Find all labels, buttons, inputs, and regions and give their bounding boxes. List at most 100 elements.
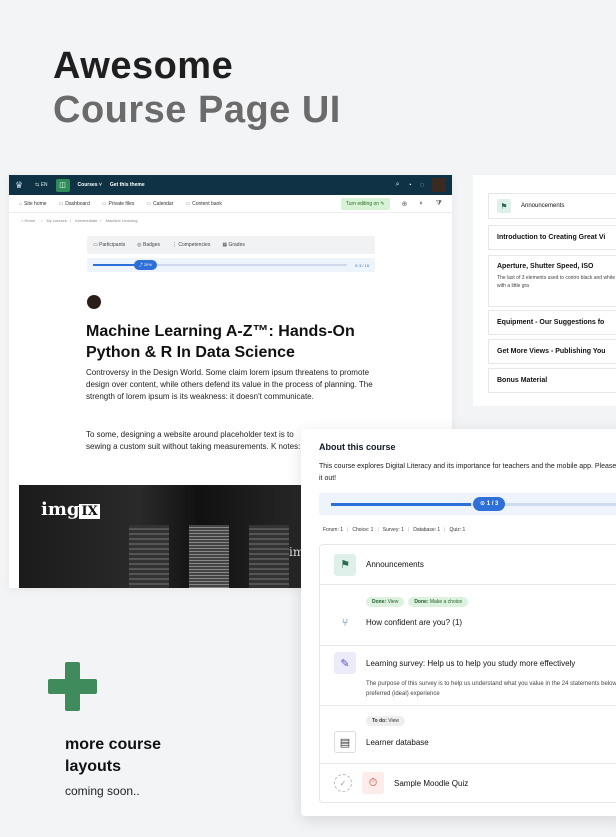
list-item[interactable]: ⚑ Announcements (488, 193, 616, 219)
list-item-label: Get More Views - Publishing You (497, 348, 606, 355)
globe-icon[interactable]: ⊕ (402, 200, 408, 208)
list-item-desc: The last of 3 elements used to contro bl… (497, 275, 616, 289)
page-title: Machine Learning A-Z™: Hands-On Python &… (86, 323, 355, 361)
language-menu[interactable]: ⇆ EN (35, 182, 48, 188)
breadcrumb: ⌂ Home / My courses / Intermediate / Machin… (21, 218, 138, 223)
more-layouts-subtitle: coming soon.. (65, 784, 140, 798)
activity-row[interactable]: ✓ ⏱ Sample Moodle Quiz (320, 764, 616, 802)
breadcrumb-category[interactable]: Intermediate (75, 218, 97, 223)
announcement-icon: ⚑ (334, 553, 356, 576)
hero-line-2: Course Page UI (53, 89, 341, 131)
calendar-icon: ▭ (146, 200, 152, 207)
hero-line-1: Awesome (53, 45, 234, 87)
about-progress: ⊙ 1 / 3 (319, 493, 616, 515)
activity-name[interactable]: Announcements (366, 560, 424, 569)
completion-check-icon[interactable]: ✓ (334, 774, 352, 792)
filter-icon[interactable]: ⧩ (436, 200, 442, 208)
course-banner-image: imgIX img (19, 485, 319, 588)
avatar[interactable] (432, 178, 446, 192)
list-item-label: Aperture, Shutter Speed, ISO (497, 263, 594, 270)
search-icon[interactable]: ⌕ (396, 181, 400, 189)
progress-track: ⤴ 20% (93, 260, 347, 270)
activity-name[interactable]: How confident are you? (1) (366, 618, 462, 627)
list-item-label: Introduction to Creating Great Vi (497, 234, 606, 241)
edit-mode-toggle[interactable]: Turn editing on ✎ (340, 197, 390, 210)
top-navbar: ♛ ⇆ EN ◫ Courses ˅ Get this theme ⌕ ◔ ◌ (9, 175, 452, 195)
list-item[interactable]: Aperture, Shutter Speed, ISO The last of… (488, 255, 616, 307)
logo-icon[interactable]: ♛ (15, 180, 27, 190)
activity-name[interactable]: Sample Moodle Quiz (394, 779, 468, 788)
imgix-logo: img IX (41, 499, 100, 520)
activity-stats: Forum: 1 | Choice: 1 | Survey: 1 | Database… (323, 527, 466, 533)
stat-survey: Survey: 1 (382, 527, 404, 533)
breadcrumb-home[interactable]: ⌂ Home (21, 218, 38, 223)
completion-badges: To do: View (366, 716, 616, 726)
activity-row[interactable]: ⚑ Announcements (320, 545, 616, 585)
progress-pill: ⤴ 20% (133, 260, 157, 270)
survey-icon: ✎ (334, 652, 356, 674)
activity-name[interactable]: Learner database (366, 738, 429, 747)
about-description: This course explores Digital Literacy an… (319, 463, 616, 482)
tab-competencies[interactable]: ⋮ Competencies (172, 242, 210, 248)
progress-pill: ⊙ 1 / 3 (473, 497, 506, 511)
status-badge: To do: View (366, 716, 406, 726)
course-description-2: To some, designing a website around plac… (86, 430, 301, 451)
breadcrumb-course[interactable]: Machine Learning (106, 218, 138, 223)
chat-icon[interactable]: ◌ (420, 182, 424, 189)
progress-count: ⊙ 3 / 15 (354, 262, 369, 268)
progress-fill (331, 503, 471, 506)
status-badge: Done: Make a choice (408, 596, 469, 607)
breadcrumb-my-courses[interactable]: My courses (46, 218, 66, 223)
stat-choice: Choice: 1 (352, 527, 374, 533)
hero-title: Awesome Course Page UI (53, 44, 341, 132)
quiz-icon: ⏱ (362, 772, 384, 794)
list-item[interactable]: Introduction to Creating Great Vi (488, 225, 616, 250)
course-description: Controversy in the Design World. Some cl… (86, 368, 373, 401)
course-section-list: ⚑ Announcements Introduction to Creating… (473, 175, 616, 406)
plus-icon (48, 662, 97, 711)
drawer-toggle-icon[interactable]: ◫ (55, 178, 70, 192)
stat-quiz: Quiz: 1 (449, 527, 466, 533)
bell-icon[interactable]: ◔ (408, 182, 412, 189)
nav-get-theme[interactable]: Get this theme (110, 182, 145, 188)
about-title: About this course (319, 442, 396, 452)
activity-row[interactable]: To do: View ▤ Learner database (320, 706, 616, 764)
activity-description: The purpose of this survey is to help us… (366, 681, 616, 697)
subnav-private-files[interactable]: ▭ Private files (102, 201, 135, 207)
activity-row[interactable]: ✎ Learning survey: Help us to help you s… (320, 646, 616, 706)
tab-grades[interactable]: ▦ Grades (222, 242, 245, 248)
subnav-calendar[interactable]: ▭ Calendar (146, 201, 173, 207)
tab-participants[interactable]: ▭ Participants (93, 242, 125, 248)
subnav-dashboard[interactable]: ▭ Dashboard (59, 201, 90, 207)
dark-mode-icon[interactable]: ◐ (420, 200, 424, 207)
folder-icon: ▭ (185, 200, 191, 207)
author-avatar[interactable] (87, 295, 101, 309)
database-icon: ▤ (334, 731, 356, 753)
completion-badges: Done: View Done: Make a choice (366, 596, 616, 607)
server-rack (189, 525, 229, 588)
more-layouts-title: more course layouts (65, 736, 162, 775)
activity-list: ⚑ Announcements Done: View Done: Make a … (319, 544, 616, 803)
status-badge: Done: View (366, 596, 405, 607)
activity-row[interactable]: Done: View Done: Make a choice ⑂ How con… (320, 585, 616, 646)
nav-courses[interactable]: Courses ˅ (78, 182, 102, 188)
list-item-label: Bonus Material (497, 377, 548, 384)
server-rack (249, 525, 289, 588)
list-item-label: Equipment - Our Suggestions fo (497, 319, 605, 326)
tab-badges[interactable]: ◎ Badges (137, 242, 160, 248)
course-progress: ⤴ 20% ⊙ 3 / 15 (87, 258, 375, 272)
list-item[interactable]: Equipment - Our Suggestions fo (488, 310, 616, 335)
announcement-icon: ⚑ (497, 199, 511, 213)
list-item-label: Announcements (521, 203, 565, 209)
activity-name[interactable]: Learning survey: Help us to help you stu… (366, 659, 575, 668)
subnav-site-home[interactable]: ⌂ Site home (19, 201, 47, 207)
list-item[interactable]: Get More Views - Publishing You (488, 339, 616, 364)
about-course-card: About this course This course explores D… (301, 429, 616, 816)
home-icon: ⌂ (19, 200, 23, 207)
list-item[interactable]: Bonus Material (488, 368, 616, 393)
stat-forum: Forum: 1 (323, 527, 344, 533)
file-icon: ▭ (101, 200, 107, 207)
subnav-content-bank[interactable]: ▭ Content bank (185, 201, 221, 207)
course-tabs: ▭ Participants ◎ Badges ⋮ Competencies ▦… (87, 236, 375, 254)
choice-icon: ⑂ (334, 611, 356, 634)
